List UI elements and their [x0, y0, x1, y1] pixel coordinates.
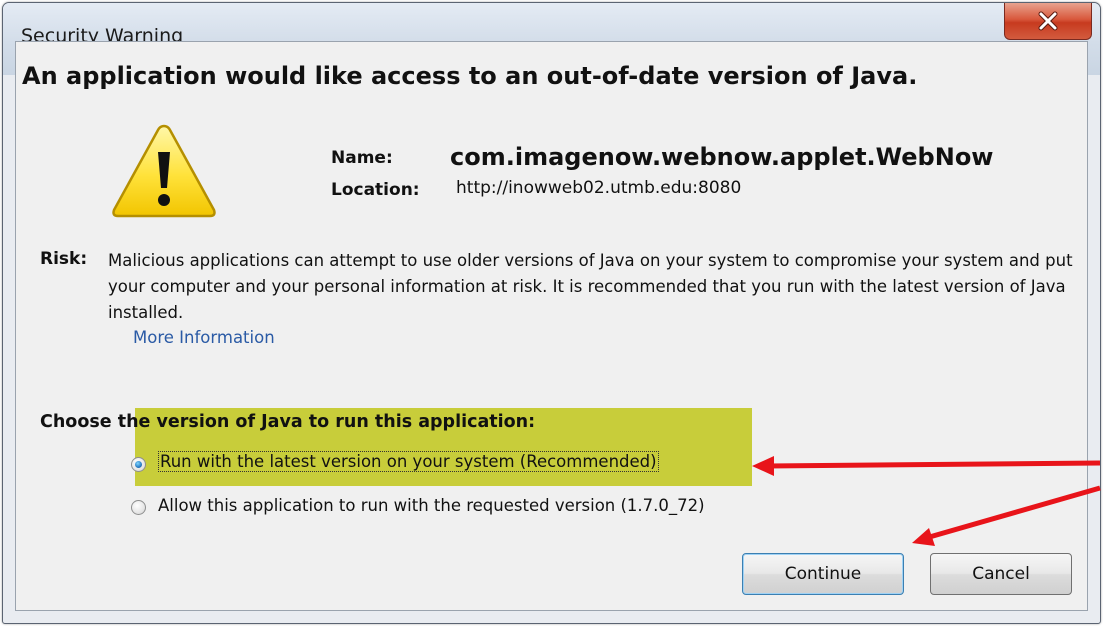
more-information-link[interactable]: More Information — [133, 328, 275, 347]
option-run-latest-label[interactable]: Run with the latest version on your syst… — [158, 451, 659, 472]
name-label: Name: — [331, 148, 393, 168]
radio-run-requested[interactable] — [131, 500, 146, 515]
option-run-requested-label[interactable]: Allow this application to run with the r… — [158, 496, 705, 515]
choose-prefix: Choose — [40, 412, 112, 432]
dialog-headline: An application would like access to an o… — [22, 62, 918, 90]
application-name: com.imagenow.webnow.applet.WebNow — [450, 143, 994, 171]
close-button[interactable] — [1004, 3, 1092, 40]
application-location: http://inowweb02.utmb.edu:8080 — [456, 178, 742, 198]
risk-label: Risk: — [40, 249, 88, 269]
risk-description: Malicious applications can attempt to us… — [108, 251, 1073, 322]
radio-run-latest[interactable] — [131, 457, 146, 472]
warning-icon — [112, 124, 216, 218]
choose-version-label: Choose the version of Java to run this a… — [40, 412, 535, 432]
location-label: Location: — [331, 180, 420, 200]
choose-highlighted-text: the version of Java to run this applicat… — [117, 412, 536, 432]
option-run-latest-text: Run with the latest version on your syst… — [158, 451, 659, 472]
cancel-button[interactable]: Cancel — [930, 553, 1072, 595]
close-icon — [1038, 11, 1058, 31]
continue-button[interactable]: Continue — [742, 553, 904, 595]
